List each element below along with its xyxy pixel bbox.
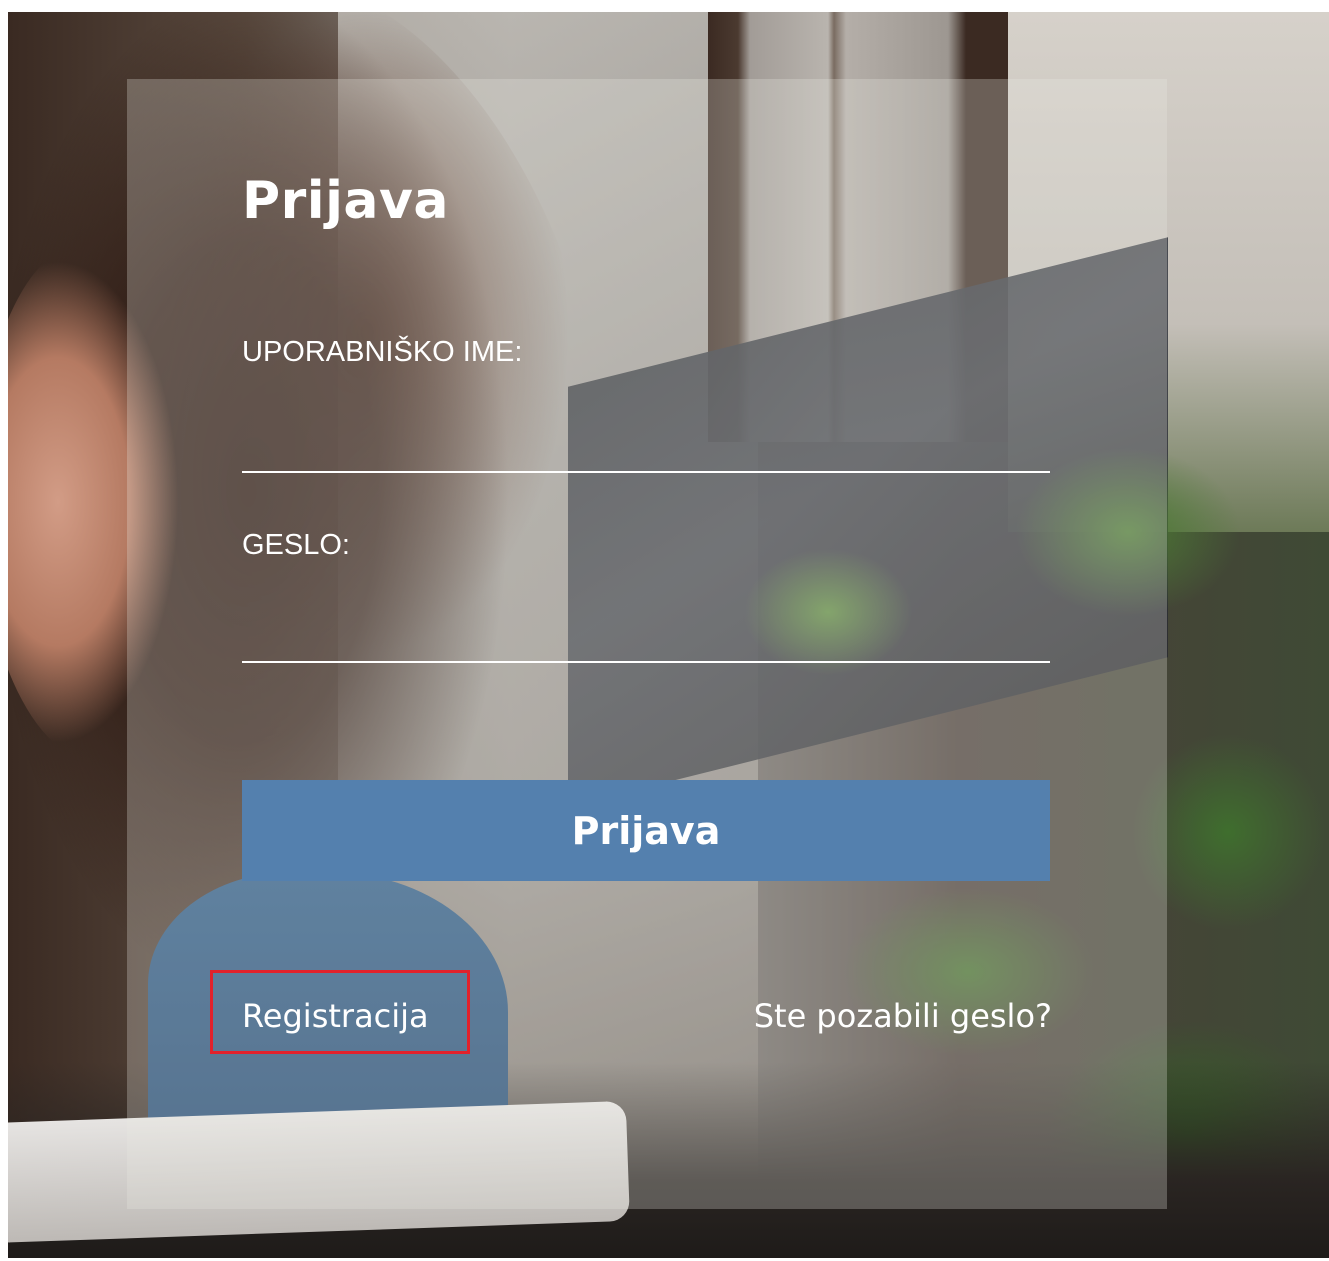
login-submit-button[interactable]: Prijava [242,780,1050,881]
login-screen: Prijava UPORABNIŠKO IME: GESLO: Prijava … [8,12,1329,1258]
register-link[interactable]: Registracija [242,997,429,1035]
username-label: UPORABNIŠKO IME: [242,336,523,368]
username-input[interactable] [242,417,1050,473]
login-title: Prijava [242,171,449,231]
password-label: GESLO: [242,529,350,561]
login-card: Prijava UPORABNIŠKO IME: GESLO: Prijava … [127,79,1167,1209]
password-input[interactable] [242,607,1050,663]
forgot-password-link[interactable]: Ste pozabili geslo? [754,997,1052,1035]
